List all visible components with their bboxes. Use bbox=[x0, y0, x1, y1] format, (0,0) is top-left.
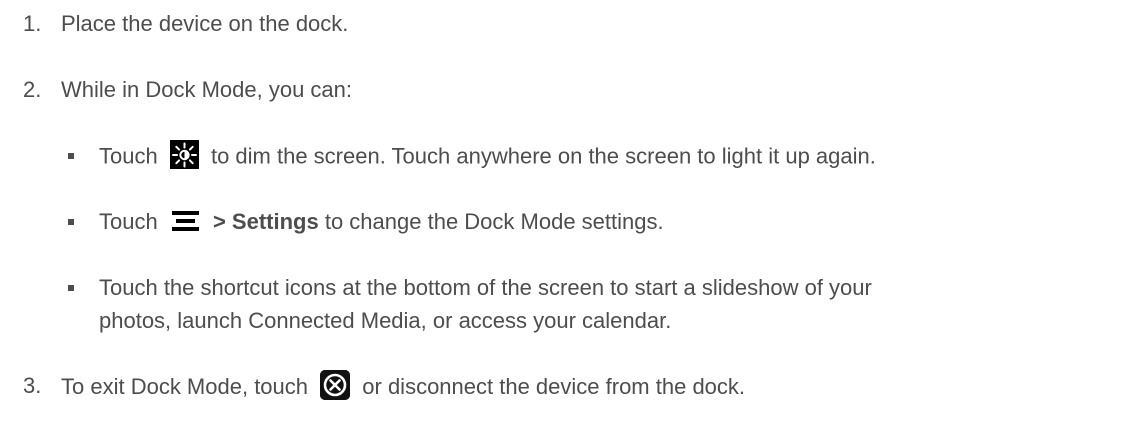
bullet-text-after: to change the Dock Mode settings. bbox=[324, 209, 664, 234]
bullet-text-after: to dim the screen. Touch anywhere on the… bbox=[210, 143, 876, 169]
bullet-text-before: Touch bbox=[99, 143, 158, 169]
close-circle-icon bbox=[320, 370, 351, 400]
step-number: 1. bbox=[23, 11, 42, 36]
step-text: To exit Dock Mode, touch or disconnect t… bbox=[61, 370, 746, 403]
step-text: While in Dock Mode, you can: bbox=[61, 77, 353, 102]
bullet-text-line-1: Touch the shortcut icons at the bottom o… bbox=[99, 275, 872, 300]
step-text-before: To exit Dock Mode, touch bbox=[61, 373, 309, 399]
brightness-dim-icon bbox=[169, 140, 199, 169]
step-text: Place the device on the dock. bbox=[61, 11, 349, 36]
bullet-text: Touch > Settings to change the Dock Mode… bbox=[99, 209, 664, 235]
step-text-after: or disconnect the device from the dock. bbox=[362, 373, 746, 399]
bullet-item-shortcuts: Touch the shortcut icons at the bottom o… bbox=[68, 275, 1143, 335]
bullet-text-line-2: photos, launch Connected Media, or acces… bbox=[99, 308, 672, 333]
bullet-marker bbox=[68, 153, 74, 159]
step-1: 1. Place the device on the dock. bbox=[23, 11, 1123, 37]
step-number: 3. bbox=[23, 373, 42, 398]
bullet-text-before: Touch bbox=[99, 209, 158, 234]
settings-path-label: > Settings bbox=[212, 209, 319, 234]
bullet-item-settings: Touch > Settings to change the Dock Mode… bbox=[68, 209, 1143, 239]
step-number: 2. bbox=[23, 77, 42, 102]
bullet-text: Touch to dim the screen. Touch anywhere bbox=[99, 140, 876, 172]
bullet-item-dim: Touch to dim the screen. Touch anywhere bbox=[68, 140, 1143, 173]
step-3: 3. To exit Dock Mode, touch or disconnec… bbox=[23, 370, 1123, 403]
bullet-marker bbox=[68, 219, 74, 225]
bullet-marker bbox=[68, 285, 74, 291]
menu-icon bbox=[171, 210, 199, 232]
step-2: 2. While in Dock Mode, you can: bbox=[23, 77, 1123, 103]
